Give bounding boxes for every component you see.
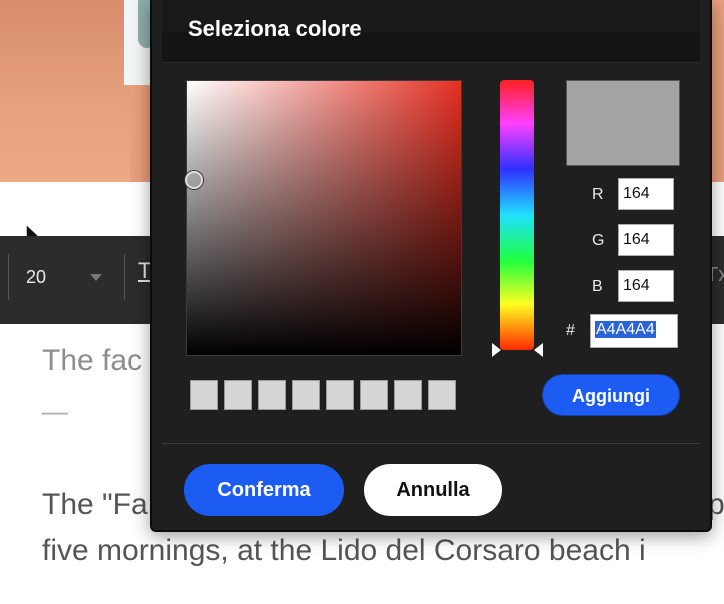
hex-input[interactable]: A4A4A4 bbox=[590, 314, 678, 348]
cancel-button[interactable]: Annulla bbox=[364, 464, 502, 516]
hue-slider[interactable] bbox=[500, 80, 534, 350]
red-input[interactable] bbox=[618, 178, 674, 210]
custom-color-swatches bbox=[190, 380, 456, 410]
color-swatch[interactable] bbox=[258, 380, 286, 410]
hue-slider-arrow-left[interactable] bbox=[492, 343, 501, 357]
color-swatch[interactable] bbox=[224, 380, 252, 410]
article-paragraph-line1: The "Fa bbox=[42, 488, 148, 521]
font-size-select[interactable]: 20 bbox=[26, 267, 46, 288]
toolbar-divider bbox=[8, 254, 9, 300]
color-swatch[interactable] bbox=[360, 380, 388, 410]
green-label: G bbox=[592, 232, 605, 249]
saturation-value-area[interactable] bbox=[185, 80, 462, 356]
article-subheading: The fac bbox=[42, 344, 143, 377]
saturation-handle[interactable] bbox=[185, 171, 203, 189]
color-picker-dialog: Seleziona colore R G B # A4A4A4 Aggiungi… bbox=[150, 0, 712, 532]
blue-input[interactable] bbox=[618, 270, 674, 302]
color-swatch[interactable] bbox=[326, 380, 354, 410]
color-swatch[interactable] bbox=[292, 380, 320, 410]
dialog-header: Seleziona colore bbox=[162, 0, 700, 63]
red-label: R bbox=[592, 186, 604, 203]
add-color-button[interactable]: Aggiungi bbox=[542, 374, 680, 416]
color-swatch[interactable] bbox=[394, 380, 422, 410]
hex-value: A4A4A4 bbox=[595, 321, 656, 338]
dialog-divider bbox=[162, 443, 700, 444]
color-swatch[interactable] bbox=[190, 380, 218, 410]
blue-label: B bbox=[592, 278, 603, 295]
article-paragraph-line2: five mornings, at the Lido del Corsaro b… bbox=[42, 534, 646, 567]
color-swatch[interactable] bbox=[428, 380, 456, 410]
chevron-down-icon[interactable] bbox=[90, 274, 102, 281]
image-left-part bbox=[0, 0, 130, 182]
confirm-button[interactable]: Conferma bbox=[184, 464, 344, 516]
separator-dash: — bbox=[42, 396, 68, 426]
color-preview bbox=[566, 80, 680, 166]
hex-label: # bbox=[566, 322, 575, 339]
hue-slider-arrow-right[interactable] bbox=[534, 343, 543, 357]
green-input[interactable] bbox=[618, 224, 674, 256]
toolbar-divider bbox=[124, 254, 125, 300]
dialog-title: Seleziona colore bbox=[188, 16, 362, 41]
